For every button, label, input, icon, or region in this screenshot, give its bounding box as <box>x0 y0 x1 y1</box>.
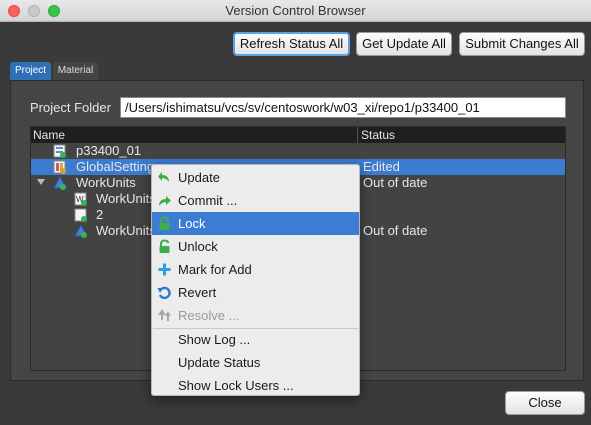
menu-item-label: Unlock <box>178 239 218 254</box>
menu-item-show-lock-users[interactable]: Show Lock Users ... <box>152 374 359 397</box>
tree-header: Name Status <box>31 127 565 143</box>
column-header-status[interactable]: Status <box>361 128 395 142</box>
resolve-icon <box>158 309 171 321</box>
menu-item-lock[interactable]: Lock <box>152 212 359 235</box>
tree-row-name: WorkUnits <box>96 223 156 238</box>
menu-item-commit[interactable]: Commit ... <box>152 189 359 212</box>
menu-item-unlock[interactable]: Unlock <box>152 235 359 258</box>
menu-item-label: Mark for Add <box>178 262 252 277</box>
tree-row-name: 2 <box>96 207 104 222</box>
tab-project[interactable]: Project <box>10 62 51 80</box>
tree-row-name: WorkUnits <box>76 175 136 190</box>
menu-item-update-status[interactable]: Update Status <box>152 351 359 374</box>
tree-row[interactable]: p33400_01 <box>31 143 565 159</box>
plus-icon <box>158 263 171 276</box>
title-bar: Version Control Browser <box>0 0 591 22</box>
tab-material[interactable]: Material <box>53 62 98 80</box>
refresh-status-all-button[interactable]: Refresh Status All <box>233 32 350 56</box>
menu-item-label: Update Status <box>178 355 261 370</box>
menu-item-update[interactable]: Update <box>152 166 359 189</box>
menu-item-label: Lock <box>178 216 206 231</box>
project-folder-label: Project Folder <box>30 100 111 115</box>
lock-icon <box>159 216 170 230</box>
tree-row-status: Edited <box>363 159 400 174</box>
project-file-icon <box>53 144 66 158</box>
menu-item-label: Resolve ... <box>178 308 240 323</box>
window-title: Version Control Browser <box>225 3 366 18</box>
menu-item-label: Update <box>178 170 220 185</box>
commit-arrow-icon <box>159 196 171 206</box>
tree-row-name: p33400_01 <box>76 143 142 158</box>
disclosure-triangle-icon[interactable] <box>37 179 45 185</box>
unlock-icon <box>159 239 170 253</box>
workunits-folder-icon <box>74 224 88 238</box>
context-menu: Update Commit ... Lock Unlock Mark for A… <box>151 164 360 396</box>
menu-item-label: Commit ... <box>178 193 238 208</box>
tree-row-name: WorkUnits <box>96 191 156 206</box>
update-arrow-icon <box>158 172 169 182</box>
tree-row-status: Out of date <box>363 223 428 238</box>
revert-icon <box>157 286 171 300</box>
tree-row-name: GlobalSettings <box>76 159 161 174</box>
get-update-all-button[interactable]: Get Update All <box>356 32 452 56</box>
tree-row-status: Out of date <box>363 175 428 190</box>
settings-file-icon <box>53 160 66 174</box>
menu-item-mark-for-add[interactable]: Mark for Add <box>152 258 359 281</box>
close-button[interactable]: Close <box>505 391 585 415</box>
workunits-folder-icon <box>53 176 67 190</box>
project-folder-input[interactable] <box>120 97 566 118</box>
menu-item-show-log[interactable]: Show Log ... <box>152 328 359 351</box>
menu-item-revert[interactable]: Revert <box>152 281 359 304</box>
column-divider[interactable] <box>357 127 358 143</box>
column-header-name[interactable]: Name <box>33 128 65 142</box>
workunit-file-icon: W <box>74 192 87 206</box>
menu-item-label: Show Log ... <box>178 332 251 347</box>
submit-changes-all-button[interactable]: Submit Changes All <box>459 32 585 56</box>
menu-item-label: Show Lock Users ... <box>178 378 294 393</box>
document-icon <box>74 208 87 222</box>
menu-item-resolve[interactable]: Resolve ... <box>152 304 359 327</box>
menu-item-label: Revert <box>178 285 217 300</box>
